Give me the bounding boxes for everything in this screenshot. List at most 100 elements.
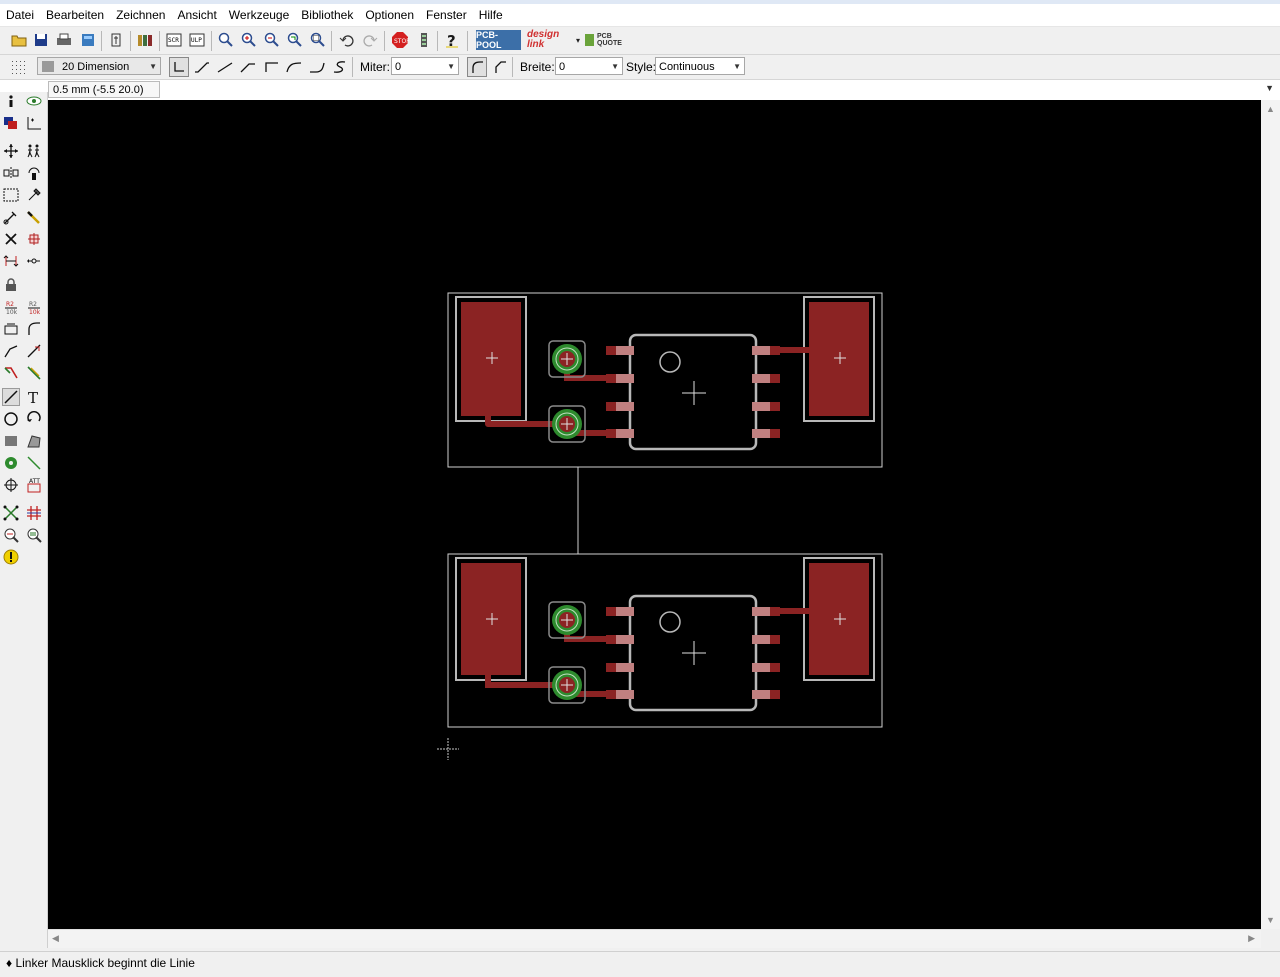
design-link-logo[interactable]: design link (527, 28, 573, 52)
wire-bend-straight-icon[interactable] (215, 57, 235, 77)
hole-icon[interactable] (2, 476, 20, 494)
move-icon[interactable] (2, 142, 20, 160)
route-icon[interactable] (25, 342, 43, 360)
miter-round-icon[interactable] (467, 57, 487, 77)
zoom-out-icon[interactable] (262, 30, 282, 50)
name-icon[interactable]: R2 10k (2, 298, 20, 316)
change-icon[interactable] (25, 186, 43, 204)
zoom-select-icon[interactable] (308, 30, 328, 50)
scroll-down-icon[interactable]: ▼ (1266, 915, 1275, 925)
menu-hilfe[interactable]: Hilfe (473, 5, 509, 25)
wire-bend-free-icon[interactable] (330, 57, 350, 77)
attribute-icon[interactable]: ATT (25, 476, 43, 494)
wire-bend-arc-icon[interactable] (284, 57, 304, 77)
horizontal-scrollbar[interactable]: ◀ ▶ (48, 929, 1261, 948)
menu-ansicht[interactable]: Ansicht (171, 5, 222, 25)
copy-icon[interactable] (25, 142, 43, 160)
value-icon[interactable]: R2 10k (25, 298, 43, 316)
split-icon[interactable] (25, 320, 43, 338)
chevron-down-icon[interactable]: ▼ (1265, 83, 1274, 93)
add-icon[interactable] (25, 230, 43, 248)
layer-select[interactable]: 20 Dimension ▼ (37, 57, 161, 75)
board-lower[interactable] (447, 553, 883, 728)
chevron-down-icon[interactable]: ▾ (573, 30, 583, 50)
board-drawing[interactable] (48, 100, 1261, 929)
arc-icon[interactable] (25, 410, 43, 428)
circle-icon[interactable] (2, 410, 20, 428)
command-row: 0.5 mm (-5.5 20.0) ▼ (0, 80, 1280, 101)
menu-bearbeiten[interactable]: Bearbeiten (40, 5, 110, 25)
board-upper[interactable] (447, 292, 883, 468)
undo-icon[interactable] (337, 30, 357, 50)
pinswap-icon[interactable] (25, 252, 43, 270)
wire-bend-45-icon[interactable] (192, 57, 212, 77)
library-icon[interactable] (135, 30, 155, 50)
zoom-fit-icon[interactable] (216, 30, 236, 50)
wire-bend-45b-icon[interactable] (238, 57, 258, 77)
rotate-icon[interactable] (25, 164, 43, 182)
erc-icon[interactable] (2, 526, 20, 544)
menu-bibliothek[interactable]: Bibliothek (295, 5, 359, 25)
menu-zeichnen[interactable]: Zeichnen (110, 5, 171, 25)
print-icon[interactable] (54, 30, 74, 50)
zoom-in-icon[interactable] (239, 30, 259, 50)
wire-bend-90b-icon[interactable] (261, 57, 281, 77)
board-schematic-switch-icon[interactable] (106, 30, 126, 50)
autoroute-wire-icon[interactable] (25, 364, 43, 382)
pcb-quote-logo[interactable]: PCB QUOTE (584, 30, 622, 50)
wire-bend-arc-b-icon[interactable] (307, 57, 327, 77)
replace-icon[interactable] (2, 252, 20, 270)
miter-straight-icon[interactable] (490, 57, 510, 77)
script-icon[interactable]: SCR (164, 30, 184, 50)
mark-icon[interactable] (25, 114, 43, 132)
via-icon[interactable] (2, 454, 20, 472)
errors-icon[interactable] (2, 548, 20, 566)
width-select[interactable]: 0 ▼ (555, 57, 623, 75)
help-icon[interactable]: ? (442, 30, 462, 50)
menu-optionen[interactable]: Optionen (359, 5, 420, 25)
paste-icon[interactable] (2, 208, 20, 226)
go-icon[interactable] (414, 30, 434, 50)
ratsnest-icon[interactable] (2, 504, 20, 522)
redo-icon[interactable] (360, 30, 380, 50)
signal-icon[interactable] (25, 454, 43, 472)
wire-bend-90-icon[interactable] (169, 57, 189, 77)
lock-icon[interactable] (2, 276, 20, 294)
pcb-pool-logo[interactable]: PCB-POOL (476, 30, 521, 50)
zoom-redraw-icon[interactable] (285, 30, 305, 50)
scroll-right-icon[interactable]: ▶ (1248, 933, 1255, 944)
menu-datei[interactable]: Datei (0, 5, 40, 25)
board-canvas[interactable] (48, 100, 1261, 929)
stop-icon[interactable]: STOP (390, 30, 410, 50)
display-layers-icon[interactable] (2, 114, 20, 132)
menu-werkzeuge[interactable]: Werkzeuge (223, 5, 295, 25)
delete-icon[interactable] (2, 230, 20, 248)
open-icon[interactable] (9, 30, 29, 50)
auto-icon[interactable] (25, 504, 43, 522)
text-icon[interactable]: T (25, 388, 43, 406)
drc-icon[interactable] (25, 526, 43, 544)
cam-icon[interactable] (78, 30, 98, 50)
pin1-marker (659, 351, 681, 373)
info-icon[interactable] (2, 92, 20, 110)
scroll-up-icon[interactable]: ▲ (1266, 104, 1275, 114)
group-icon[interactable] (2, 186, 20, 204)
mirror-icon[interactable] (2, 164, 20, 182)
grid-icon[interactable] (8, 57, 28, 77)
vertical-scrollbar[interactable]: ▲ ▼ (1261, 100, 1280, 929)
show-icon[interactable] (25, 92, 43, 110)
ripup-icon[interactable] (2, 364, 20, 382)
wire-icon[interactable] (2, 388, 20, 406)
style-select[interactable]: Continuous ▼ (655, 57, 745, 75)
cut-icon[interactable] (25, 208, 43, 226)
scroll-left-icon[interactable]: ◀ (52, 933, 59, 944)
menu-fenster[interactable]: Fenster (420, 5, 473, 25)
miter-select[interactable]: 0 ▼ (391, 57, 459, 75)
ulp-icon[interactable]: ULP (187, 30, 207, 50)
save-icon[interactable] (31, 30, 51, 50)
smash-icon[interactable] (2, 320, 20, 338)
command-input[interactable] (175, 81, 1279, 100)
optimize-icon[interactable] (2, 342, 20, 360)
polygon-icon[interactable] (25, 432, 43, 450)
rect-icon[interactable] (2, 432, 20, 450)
